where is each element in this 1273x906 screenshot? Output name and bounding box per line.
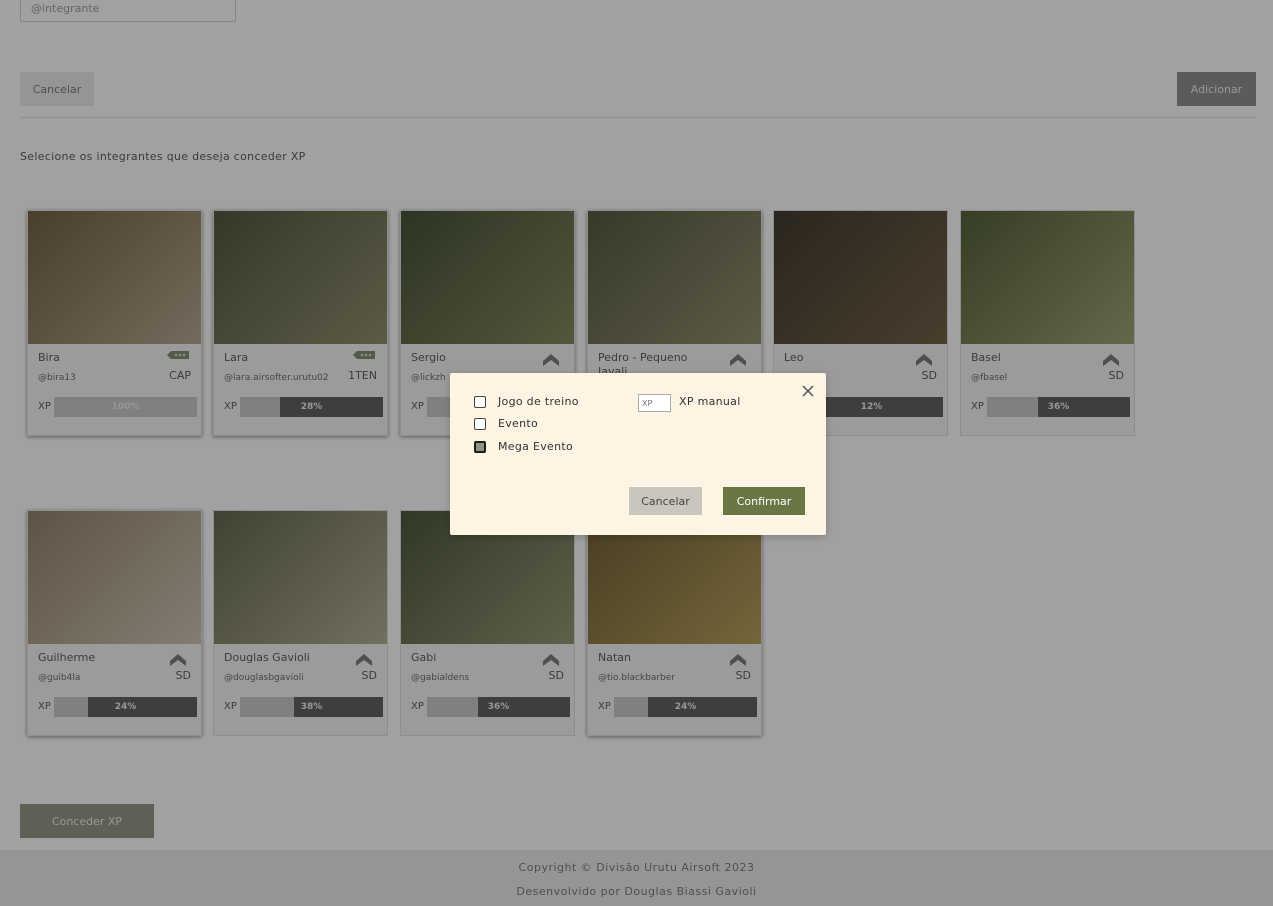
xp-modal: Jogo de treino Evento Mega Evento XP man… (450, 373, 826, 535)
checkbox-training-game[interactable] (474, 396, 486, 408)
modal-confirm-button[interactable]: Confirmar (723, 487, 805, 515)
manual-xp-input[interactable] (638, 394, 671, 412)
checkbox-event[interactable] (474, 418, 486, 430)
close-icon[interactable] (800, 383, 816, 399)
checkbox-mega-event[interactable] (474, 441, 486, 453)
modal-cancel-button[interactable]: Cancelar (629, 487, 702, 515)
option-label: Jogo de treino (498, 395, 579, 408)
manual-xp-label: XP manual (679, 395, 741, 408)
option-label: Mega Evento (498, 440, 574, 453)
option-label: Evento (498, 417, 539, 430)
page: @integrante Cancelar Adicionar Selecione… (0, 0, 1273, 906)
